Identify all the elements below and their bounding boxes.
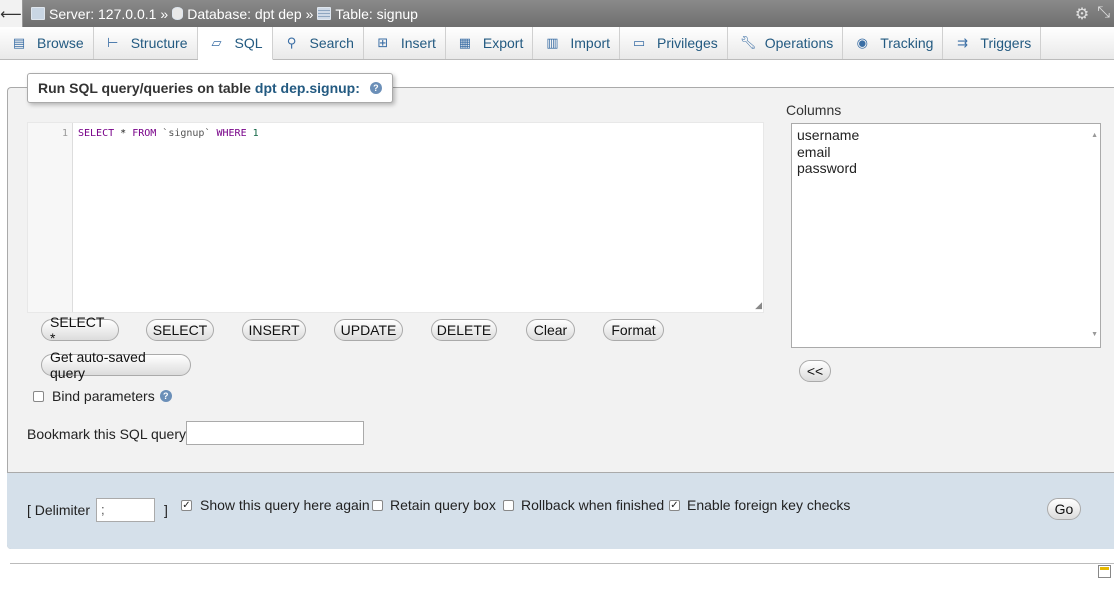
go-button[interactable]: Go bbox=[1047, 498, 1081, 520]
breadcrumb-database[interactable]: Database: dpt dep » bbox=[172, 6, 317, 22]
table-icon bbox=[317, 7, 332, 20]
rollback-checkbox[interactable] bbox=[503, 499, 514, 511]
breadcrumb-server[interactable]: Server: 127.0.0.1 » bbox=[31, 6, 172, 22]
tab-structure[interactable]: ⊢ Structure bbox=[94, 27, 198, 59]
column-option[interactable]: email bbox=[797, 144, 1095, 161]
delimiter-label: [ Delimiter bbox=[27, 502, 91, 518]
import-icon: ▥ bbox=[546, 35, 559, 50]
insert-column-button[interactable]: << bbox=[799, 360, 831, 382]
collapse-icon[interactable]: ⤡ bbox=[1097, 4, 1110, 24]
format-button[interactable]: Format bbox=[603, 319, 664, 341]
retain-box-option: Retain query box bbox=[372, 497, 496, 513]
show-query-option: ✓ Show this query here again bbox=[181, 497, 370, 513]
database-icon bbox=[172, 7, 184, 20]
insert-icon: ⊞ bbox=[377, 35, 389, 50]
server-icon bbox=[31, 7, 45, 20]
select-button[interactable]: SELECT bbox=[146, 319, 214, 341]
select-star-button[interactable]: SELECT * bbox=[41, 314, 119, 346]
query-text[interactable]: SELECT * FROM `signup` WHERE 1 bbox=[78, 128, 259, 139]
rollback-option: Rollback when finished bbox=[503, 497, 664, 513]
columns-listbox[interactable]: username email password ▲ ▼ bbox=[791, 123, 1101, 348]
bind-parameters-row: Bind parameters ? bbox=[33, 388, 172, 404]
tab-insert[interactable]: ⊞ Insert bbox=[364, 27, 446, 59]
breadcrumb-bar: ⟵ Server: 127.0.0.1 » Database: dpt dep … bbox=[0, 0, 1114, 27]
search-icon: ⚲ bbox=[286, 35, 297, 50]
export-icon: ▦ bbox=[458, 35, 472, 50]
tab-operations[interactable]: 🔧︎ Operations bbox=[728, 27, 844, 59]
help-icon[interactable]: ? bbox=[159, 390, 172, 402]
get-autosaved-query-button[interactable]: Get auto-saved query bbox=[41, 349, 191, 381]
console-icon[interactable] bbox=[1098, 565, 1111, 578]
tab-bar: ▤ Browse ⊢ Structure ▱ SQL ⚲ Search ⊞ In… bbox=[0, 27, 1114, 60]
update-button[interactable]: UPDATE bbox=[334, 319, 403, 341]
listbox-scrollbar[interactable]: ▲ ▼ bbox=[1091, 128, 1098, 343]
tab-browse[interactable]: ▤ Browse bbox=[0, 27, 94, 59]
triggers-icon: ⇉ bbox=[956, 35, 968, 50]
tab-export[interactable]: ▦ Export bbox=[446, 27, 534, 59]
table-link[interactable]: dpt dep.signup: bbox=[255, 80, 360, 96]
eye-icon: ◉ bbox=[856, 35, 868, 50]
retain-box-checkbox[interactable] bbox=[372, 499, 383, 511]
delete-button[interactable]: DELETE bbox=[431, 319, 497, 341]
tab-import[interactable]: ▥ Import bbox=[533, 27, 621, 59]
browse-icon: ▤ bbox=[12, 35, 26, 50]
wrench-icon: 🔧︎ bbox=[739, 35, 757, 50]
back-arrow-icon[interactable]: ⟵ bbox=[0, 0, 23, 27]
tab-triggers[interactable]: ⇉ Triggers bbox=[943, 27, 1042, 59]
sql-icon: ▱ bbox=[211, 35, 222, 50]
column-option[interactable]: password bbox=[797, 160, 1095, 177]
resize-handle-icon[interactable]: ◢ bbox=[755, 300, 762, 311]
foreign-key-checkbox[interactable]: ✓ bbox=[669, 499, 680, 511]
tab-search[interactable]: ⚲ Search bbox=[273, 27, 364, 59]
bookmark-input[interactable] bbox=[186, 421, 364, 445]
tab-tracking[interactable]: ◉ Tracking bbox=[843, 27, 944, 59]
foreign-key-option: ✓ Enable foreign key checks bbox=[669, 497, 851, 513]
gear-icon[interactable]: ⚙ bbox=[1075, 4, 1089, 24]
clear-button[interactable]: Clear bbox=[526, 319, 575, 341]
tab-privileges[interactable]: ▭ Privileges bbox=[620, 27, 728, 59]
tab-sql[interactable]: ▱ SQL bbox=[197, 27, 273, 60]
breadcrumb-table[interactable]: Table: signup bbox=[317, 6, 418, 22]
help-icon[interactable]: ? bbox=[369, 82, 382, 94]
bookmark-label: Bookmark this SQL query: bbox=[27, 426, 190, 442]
bind-parameters-checkbox[interactable] bbox=[33, 390, 44, 402]
panel-legend: Run SQL query/queries on table dpt dep.s… bbox=[27, 73, 393, 103]
delimiter-close: ] bbox=[164, 502, 168, 518]
structure-icon: ⊢ bbox=[107, 35, 119, 50]
scroll-up-icon[interactable]: ▲ bbox=[1091, 128, 1098, 145]
column-option[interactable]: username bbox=[797, 127, 1095, 144]
columns-label: Columns bbox=[786, 102, 842, 118]
privileges-icon: ▭ bbox=[632, 35, 646, 50]
show-query-checkbox[interactable]: ✓ bbox=[181, 499, 192, 511]
sql-editor[interactable]: 1 SELECT * FROM `signup` WHERE 1 ◢ bbox=[27, 122, 764, 313]
delimiter-input[interactable]: ; bbox=[96, 498, 155, 522]
scroll-down-icon[interactable]: ▼ bbox=[1091, 327, 1098, 344]
insert-button[interactable]: INSERT bbox=[242, 319, 306, 341]
line-numbers: 1 bbox=[28, 123, 73, 312]
footer-divider bbox=[10, 563, 1114, 564]
